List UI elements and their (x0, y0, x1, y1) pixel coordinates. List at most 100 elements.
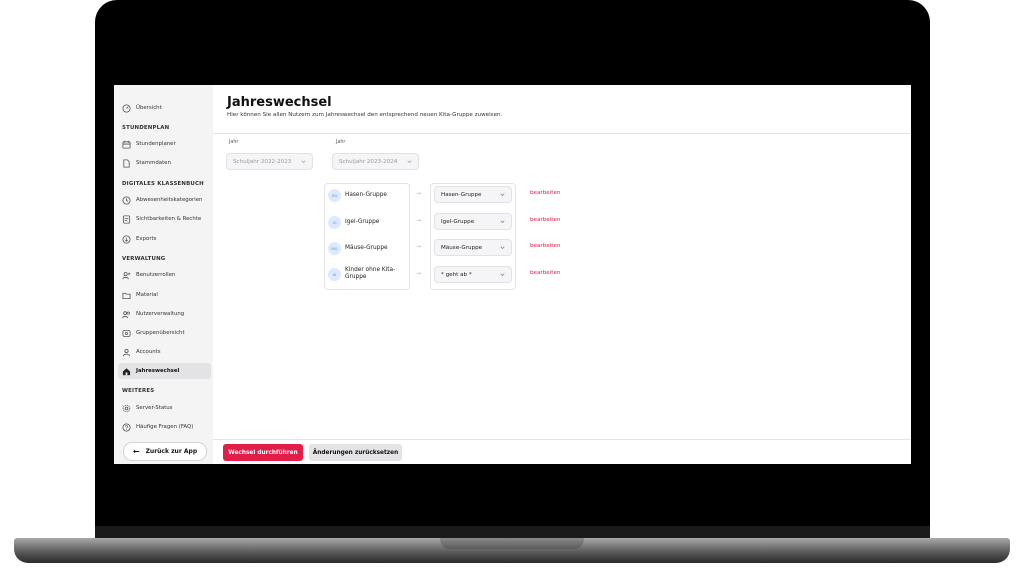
target-group-value: Igel-Gruppe (441, 218, 475, 225)
group-name: Igel-Gruppe (345, 218, 380, 225)
person-icon (122, 348, 131, 357)
group-name: Hasen-Gruppe (345, 191, 387, 198)
sidebar-item-label: Stammdaten (136, 160, 171, 166)
clock-icon (122, 195, 131, 205)
year-from-label: Jahr (229, 140, 239, 145)
sidebar-item-stundenplaner[interactable]: Stundenplaner (118, 136, 211, 152)
sidebar-item-label: Gruppenübersicht (136, 330, 185, 336)
sidebar-item-label: Abwesenheitskategorien (136, 197, 203, 203)
arrow-right-icon: → (416, 217, 422, 224)
dashboard-icon (122, 103, 131, 113)
year-from-select[interactable]: Schuljahr 2022-2023 (226, 153, 313, 170)
edit-link[interactable]: bearbeiten (530, 270, 560, 276)
sidebar-item-gruppenuebersicht[interactable]: Gruppenübersicht (118, 325, 211, 341)
sidebar-item-label: Sichtbarkeiten & Rechte (136, 216, 202, 222)
sidebar-item-jahreswechsel[interactable]: Jahreswechsel (118, 363, 211, 379)
group-name: Mäuse-Gruppe (345, 244, 388, 251)
page-title: Jahreswechsel (227, 95, 332, 110)
header-divider (213, 133, 911, 134)
sidebar-item-stammdaten[interactable]: Stammdaten (118, 155, 211, 171)
sidebar-item-accounts[interactable]: Accounts (118, 344, 211, 360)
arrow-right-icon: → (416, 270, 422, 277)
sidebar-item-label: Server-Status (136, 405, 173, 411)
users-icon (122, 271, 131, 280)
source-group: IG Igel-Gruppe (328, 214, 379, 230)
target-group-select[interactable]: Hasen-Gruppe (434, 186, 512, 203)
section-heading: STUNDENPLAN (122, 125, 170, 131)
sidebar-item-label: Nutzerverwaltung (136, 311, 185, 317)
chevron-down-icon (500, 246, 505, 250)
target-group-value: Hasen-Gruppe (441, 191, 482, 198)
section-heading: WEITERES (122, 388, 155, 394)
sidebar-item-exports[interactable]: Exports (118, 231, 211, 247)
year-from-value: Schuljahr 2022-2023 (233, 158, 292, 165)
reset-changes-button[interactable]: Änderungen zurücksetzen (309, 444, 402, 461)
arrow-left-icon: ← (132, 447, 140, 456)
sidebar-item-faq[interactable]: Häufige Fragen (FAQ) (118, 419, 211, 435)
export-icon (122, 234, 131, 244)
calendar-icon (122, 140, 131, 149)
back-to-app-button[interactable]: ← Zurück zur App (123, 442, 207, 461)
chevron-down-icon (407, 160, 412, 164)
source-group: HG Hasen-Gruppe (328, 187, 387, 203)
sidebar-item-label: Häufige Fragen (FAQ) (136, 424, 194, 430)
year-to-label: Jahr (336, 140, 346, 145)
group-icon (122, 329, 131, 338)
target-group-select[interactable]: * geht ab * (434, 266, 512, 283)
year-to-value: Schuljahr 2023-2024 (339, 158, 398, 165)
folder-icon (122, 291, 131, 300)
group-badge: HG (328, 188, 341, 202)
chevron-down-icon (500, 193, 505, 197)
footer-divider (213, 439, 911, 440)
group-badge: MG (328, 241, 341, 255)
help-icon (122, 422, 131, 432)
app-screen: Übersicht STUNDENPLAN Stundenplaner Stam… (114, 85, 911, 464)
sidebar-item-benutzerrollen[interactable]: Benutzerrollen (118, 267, 211, 283)
sidebar-item-label: Übersicht (136, 105, 162, 111)
laptop-notch (440, 538, 584, 549)
source-group: KI Kinder ohne Kita-Gruppe (328, 266, 400, 282)
page-subtitle: Hier können Sie allen Nutzern zum Jahres… (227, 112, 503, 118)
sidebar-item-uebersicht[interactable]: Übersicht (118, 100, 211, 116)
section-heading: DIGITALES KLASSENBUCH (122, 181, 204, 187)
laptop-hinge (95, 526, 930, 538)
sidebar: Übersicht STUNDENPLAN Stundenplaner Stam… (114, 85, 213, 464)
sidebar-item-material[interactable]: Material (118, 287, 211, 303)
user-group-icon (122, 310, 131, 319)
group-badge: IG (328, 215, 341, 229)
back-to-app-label: Zurück zur App (145, 448, 198, 455)
group-name: Kinder ohne Kita-Gruppe (345, 267, 396, 280)
edit-link[interactable]: bearbeiten (530, 217, 560, 223)
gear-icon (122, 404, 131, 413)
document-icon (122, 158, 131, 168)
chevron-down-icon (301, 160, 306, 164)
arrow-right-icon: → (416, 190, 422, 197)
main-content: Jahreswechsel Hier können Sie allen Nutz… (213, 85, 911, 464)
target-group-value: * geht ab * (441, 271, 472, 278)
sidebar-item-abwesenheitskategorien[interactable]: Abwesenheitskategorien (118, 192, 211, 208)
target-group-value: Mäuse-Gruppe (441, 244, 483, 251)
group-badge: KI (328, 267, 341, 281)
chevron-down-icon (500, 273, 505, 277)
sidebar-item-label: Material (136, 292, 158, 298)
sidebar-item-nutzerverwaltung[interactable]: Nutzerverwaltung (118, 306, 211, 322)
sidebar-item-label: Benutzerrollen (136, 272, 176, 278)
arrow-right-icon: → (416, 243, 422, 250)
sidebar-item-label: Stundenplaner (136, 141, 176, 147)
section-heading: VERWALTUNG (122, 256, 166, 262)
chevron-down-icon (500, 220, 505, 224)
target-group-select[interactable]: Mäuse-Gruppe (434, 239, 512, 256)
sidebar-item-server-status[interactable]: Server-Status (118, 400, 211, 416)
source-group: MG Mäuse-Gruppe (328, 240, 388, 256)
home-icon (122, 367, 131, 376)
edit-link[interactable]: bearbeiten (530, 243, 560, 249)
execute-change-button[interactable]: Wechsel durchführen (223, 444, 303, 461)
target-group-select[interactable]: Igel-Gruppe (434, 213, 512, 230)
sidebar-item-label: Jahreswechsel (136, 368, 180, 374)
sidebar-item-label: Exports (136, 236, 157, 242)
sidebar-item-label: Accounts (136, 349, 161, 355)
sidebar-item-sichtbarkeiten[interactable]: Sichtbarkeiten & Rechte (118, 211, 211, 227)
year-to-select[interactable]: Schuljahr 2023-2024 (332, 153, 419, 170)
eye-doc-icon (122, 214, 131, 224)
edit-link[interactable]: bearbeiten (530, 190, 560, 196)
